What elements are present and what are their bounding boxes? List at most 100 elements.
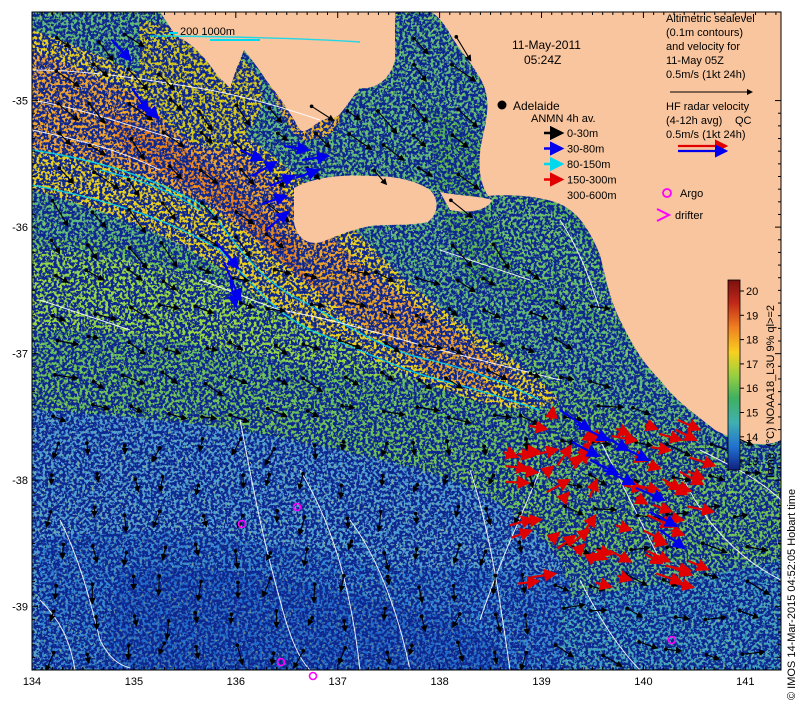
velocity-arrow-origin: [50, 473, 54, 477]
velocity-arrow-origin: [310, 616, 315, 620]
velocity-arrow-origin: [272, 267, 277, 272]
y-tick-label: -39: [12, 602, 28, 614]
velocity-arrow-origin: [241, 473, 245, 478]
colorbar-tick-label: 13: [746, 456, 758, 468]
velocity-arrow-origin: [90, 582, 95, 587]
x-tick-label: 137: [329, 676, 347, 688]
velocity-arrow-origin: [456, 172, 461, 177]
velocity-arrow-origin: [228, 340, 232, 345]
velocity-arrow-origin: [384, 341, 388, 345]
argo-float[interactable]: [308, 671, 318, 681]
velocity-arrow-origin: [345, 300, 350, 304]
velocity-arrow-origin: [454, 35, 459, 39]
velocity-arrow-origin: [161, 130, 166, 135]
velocity-arrow-origin: [238, 437, 243, 442]
velocity-arrow-origin: [120, 373, 125, 378]
legend-argo-label: Argo: [680, 188, 703, 200]
velocity-arrow-origin: [527, 474, 532, 478]
velocity-arrow-origin: [529, 310, 533, 315]
velocity-arrow-origin: [416, 166, 421, 170]
adelaide-marker[interactable]: [497, 100, 507, 110]
velocity-arrow-origin: [90, 210, 95, 215]
velocity-arrow-origin: [275, 131, 280, 136]
velocity-arrow-origin: [456, 504, 461, 509]
y-tick-label: -37: [12, 349, 28, 361]
velocity-arrow-origin: [126, 67, 131, 72]
velocity-arrow-origin: [524, 650, 529, 655]
velocity-arrow: [125, 645, 132, 661]
velocity-arrow-origin: [588, 379, 593, 384]
velocity-arrow-origin: [414, 276, 419, 281]
velocity-arrow-origin: [382, 551, 387, 555]
velocity-arrow-origin: [55, 36, 59, 40]
velocity-arrow-origin: [596, 404, 601, 408]
velocity-arrow-origin: [492, 413, 497, 418]
velocity-arrow-origin: [740, 652, 745, 657]
velocity-arrow-origin: [737, 608, 742, 613]
velocity-arrow-origin: [372, 168, 377, 173]
velocity-arrow-origin: [157, 446, 162, 450]
velocity-arrow-origin: [156, 72, 161, 77]
velocity-arrow-origin: [265, 307, 270, 311]
velocity-arrow-origin: [446, 415, 451, 420]
velocity-arrow-origin: [127, 102, 132, 106]
velocity-arrow-origin: [492, 340, 497, 345]
velocity-arrow-origin: [275, 508, 280, 513]
velocity-arrow-origin: [378, 509, 383, 514]
velocity-arrow-origin: [267, 106, 272, 110]
velocity-arrow-origin: [491, 473, 496, 478]
velocity-arrow-origin: [492, 650, 497, 655]
legend-sealevel-line3: and velocity for: [666, 41, 740, 53]
velocity-arrow-origin: [162, 641, 167, 646]
velocity-arrow-origin: [342, 619, 346, 623]
velocity-arrow-origin: [411, 441, 415, 445]
velocity-arrow-origin: [745, 579, 750, 583]
velocity-arrow-origin: [199, 130, 204, 135]
velocity-arrow-origin: [168, 164, 172, 169]
velocity-arrow-origin: [562, 606, 566, 611]
velocity-arrow-origin: [301, 376, 305, 381]
velocity-arrow-origin: [234, 235, 238, 239]
velocity-arrow-origin: [383, 606, 387, 611]
velocity-arrow-origin: [274, 609, 279, 613]
velocity-arrow-origin: [414, 313, 419, 318]
velocity-arrow-origin: [163, 545, 168, 550]
velocity-arrow-origin: [456, 640, 460, 645]
velocity-arrow-origin: [305, 409, 310, 413]
velocity-arrow-origin: [704, 653, 709, 657]
y-tick-label: -36: [12, 222, 28, 234]
x-tick-label: 140: [634, 676, 652, 688]
velocity-arrow-origin: [235, 643, 240, 648]
velocity-arrow-origin: [228, 375, 233, 379]
x-tick-label: 139: [532, 676, 550, 688]
velocity-arrow-origin: [521, 345, 525, 350]
velocity-arrow-origin: [412, 36, 416, 41]
velocity-arrow-origin: [745, 471, 749, 475]
velocity-arrow-origin: [484, 507, 488, 511]
anmn-legend-label: 80-150m: [567, 159, 610, 171]
x-tick-label: 141: [736, 676, 754, 688]
velocity-arrow-origin: [493, 573, 498, 578]
velocity-arrow-origin: [345, 109, 350, 113]
velocity-arrow-origin: [203, 382, 208, 386]
velocity-arrow-origin: [301, 342, 306, 347]
velocity-arrow-origin: [483, 549, 488, 554]
velocity-arrow-origin: [236, 580, 240, 585]
velocity-arrow-origin: [233, 140, 237, 145]
velocity-arrow-origin: [126, 643, 131, 648]
velocity-arrow-origin: [126, 267, 131, 271]
velocity-arrow-origin: [703, 617, 708, 622]
velocity-arrow-origin: [48, 509, 53, 514]
velocity-arrow-origin: [272, 446, 277, 451]
velocity-arrow-origin: [268, 551, 273, 555]
velocity-arrow-origin: [661, 578, 666, 582]
velocity-arrow-origin: [563, 415, 567, 419]
velocity-arrow-origin: [264, 232, 269, 237]
velocity-arrow-origin: [129, 404, 134, 409]
velocity-arrow-origin: [482, 444, 487, 449]
velocity-arrow-origin: [447, 307, 452, 311]
y-tick-label: -38: [12, 475, 28, 487]
legend-scale-1: 0.5m/s (1kt 24h): [666, 69, 745, 81]
velocity-arrow-origin: [87, 101, 91, 106]
velocity-arrow-origin: [228, 413, 233, 417]
